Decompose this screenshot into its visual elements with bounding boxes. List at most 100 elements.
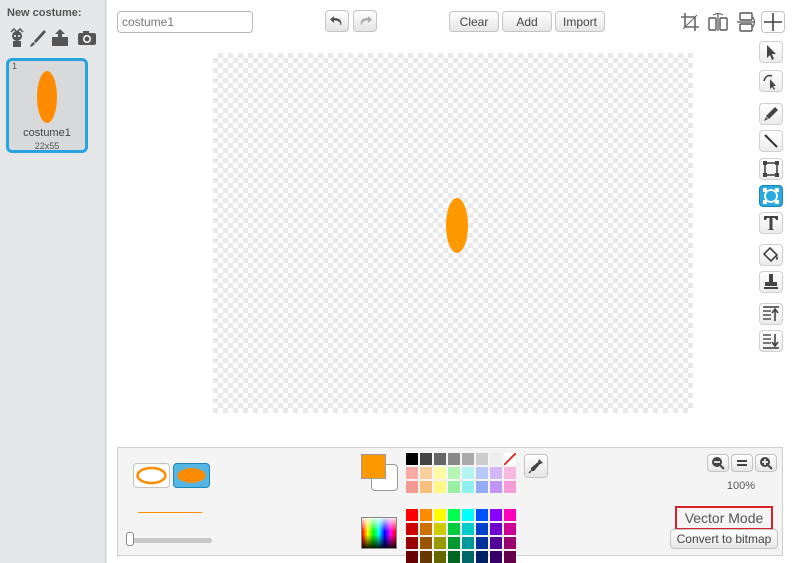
- solid-ellipse-icon: [177, 468, 206, 483]
- line-width-slider[interactable]: [130, 538, 212, 543]
- palette-swatch[interactable]: [406, 537, 418, 549]
- pencil-tool[interactable]: [759, 103, 783, 125]
- add-button[interactable]: Add: [502, 11, 552, 32]
- palette-swatch[interactable]: [504, 453, 516, 465]
- upload-icon[interactable]: [50, 28, 70, 48]
- flip-vertical-icon: [737, 12, 755, 32]
- costume-list-panel: New costume: 1 costume1 22x55: [0, 0, 106, 563]
- palette-swatch[interactable]: [406, 551, 418, 563]
- primary-color-swatch[interactable]: [361, 454, 386, 479]
- zoom-reset-button[interactable]: [731, 454, 753, 472]
- costume-name-input[interactable]: [117, 11, 253, 33]
- palette-swatch[interactable]: [476, 523, 488, 535]
- palette-swatch[interactable]: [490, 537, 502, 549]
- zoom-in-button[interactable]: [755, 454, 777, 472]
- palette-swatch[interactable]: [462, 551, 474, 563]
- palette-swatch[interactable]: [434, 551, 446, 563]
- ellipse-shape[interactable]: [446, 198, 468, 253]
- palette-swatch[interactable]: [406, 453, 418, 465]
- palette-swatch[interactable]: [448, 551, 460, 563]
- palette-swatch[interactable]: [490, 481, 502, 493]
- line-width-slider-thumb[interactable]: [126, 532, 134, 546]
- palette-swatch[interactable]: [476, 537, 488, 549]
- import-button[interactable]: Import: [555, 11, 605, 32]
- forward-layer-tool[interactable]: [759, 303, 783, 325]
- paint-brush-icon[interactable]: [28, 28, 48, 48]
- duplicate-tool[interactable]: [759, 271, 783, 293]
- palette-swatch[interactable]: [504, 523, 516, 535]
- bring-forward-icon: [763, 306, 779, 321]
- camera-icon[interactable]: [77, 28, 97, 48]
- palette-swatch[interactable]: [490, 509, 502, 521]
- eyedropper-button[interactable]: [524, 454, 548, 478]
- clear-button[interactable]: Clear: [449, 11, 499, 32]
- palette-swatch[interactable]: [448, 523, 460, 535]
- solid-fill-button[interactable]: [173, 463, 210, 488]
- palette-swatch[interactable]: [462, 481, 474, 493]
- palette-swatch[interactable]: [434, 537, 446, 549]
- undo-button[interactable]: [325, 10, 349, 32]
- flip-vertical-button[interactable]: [734, 11, 758, 33]
- rectangle-tool[interactable]: [759, 158, 783, 180]
- line-tool[interactable]: [759, 130, 783, 152]
- palette-swatch[interactable]: [476, 467, 488, 479]
- palette-swatch[interactable]: [476, 453, 488, 465]
- palette-swatch[interactable]: [420, 551, 432, 563]
- palette-swatch[interactable]: [448, 537, 460, 549]
- palette-swatch[interactable]: [420, 453, 432, 465]
- redo-button[interactable]: [353, 10, 377, 32]
- palette-swatch[interactable]: [490, 453, 502, 465]
- palette-swatch[interactable]: [490, 523, 502, 535]
- palette-swatch[interactable]: [448, 481, 460, 493]
- palette-swatch[interactable]: [504, 467, 516, 479]
- flip-horizontal-button[interactable]: [706, 11, 730, 33]
- palette-swatch[interactable]: [448, 509, 460, 521]
- palette-swatch[interactable]: [434, 523, 446, 535]
- costume-size: 22x55: [34, 141, 60, 151]
- palette-swatch[interactable]: [434, 467, 446, 479]
- color-spectrum-picker[interactable]: [361, 517, 397, 549]
- drawing-canvas[interactable]: [213, 53, 693, 413]
- palette-swatch[interactable]: [406, 481, 418, 493]
- palette-swatch[interactable]: [420, 481, 432, 493]
- palette-swatch[interactable]: [476, 551, 488, 563]
- palette-swatch[interactable]: [504, 481, 516, 493]
- fill-tool[interactable]: [759, 244, 783, 266]
- palette-swatch[interactable]: [462, 509, 474, 521]
- palette-swatch[interactable]: [420, 467, 432, 479]
- palette-swatch[interactable]: [490, 551, 502, 563]
- convert-to-bitmap-button[interactable]: Convert to bitmap: [670, 529, 778, 549]
- palette-swatch[interactable]: [504, 551, 516, 563]
- outline-fill-button[interactable]: [133, 463, 170, 488]
- palette-swatch[interactable]: [406, 509, 418, 521]
- palette-swatch[interactable]: [476, 509, 488, 521]
- ellipse-tool[interactable]: [759, 185, 783, 207]
- palette-swatch[interactable]: [462, 537, 474, 549]
- palette-swatch[interactable]: [462, 467, 474, 479]
- palette-swatch[interactable]: [406, 523, 418, 535]
- palette-swatch[interactable]: [504, 537, 516, 549]
- palette-swatch[interactable]: [504, 509, 516, 521]
- palette-swatch[interactable]: [448, 453, 460, 465]
- palette-swatch[interactable]: [434, 481, 446, 493]
- palette-swatch[interactable]: [420, 537, 432, 549]
- palette-swatch[interactable]: [420, 523, 432, 535]
- palette-swatch[interactable]: [420, 509, 432, 521]
- reshape-tool[interactable]: [759, 70, 783, 92]
- palette-swatch[interactable]: [462, 453, 474, 465]
- palette-swatch[interactable]: [434, 453, 446, 465]
- back-layer-tool[interactable]: [759, 330, 783, 352]
- zoom-out-button[interactable]: [707, 454, 729, 472]
- palette-swatch[interactable]: [406, 467, 418, 479]
- palette-swatch[interactable]: [434, 509, 446, 521]
- palette-swatch[interactable]: [462, 523, 474, 535]
- palette-swatch[interactable]: [490, 467, 502, 479]
- select-tool[interactable]: [759, 41, 783, 63]
- costume-tile[interactable]: 1 costume1 22x55: [6, 58, 88, 153]
- text-tool[interactable]: [759, 212, 783, 234]
- palette-swatch[interactable]: [448, 467, 460, 479]
- character-library-icon[interactable]: [7, 28, 27, 48]
- crop-button[interactable]: [678, 11, 702, 33]
- palette-swatch[interactable]: [476, 481, 488, 493]
- set-center-button[interactable]: [761, 11, 785, 33]
